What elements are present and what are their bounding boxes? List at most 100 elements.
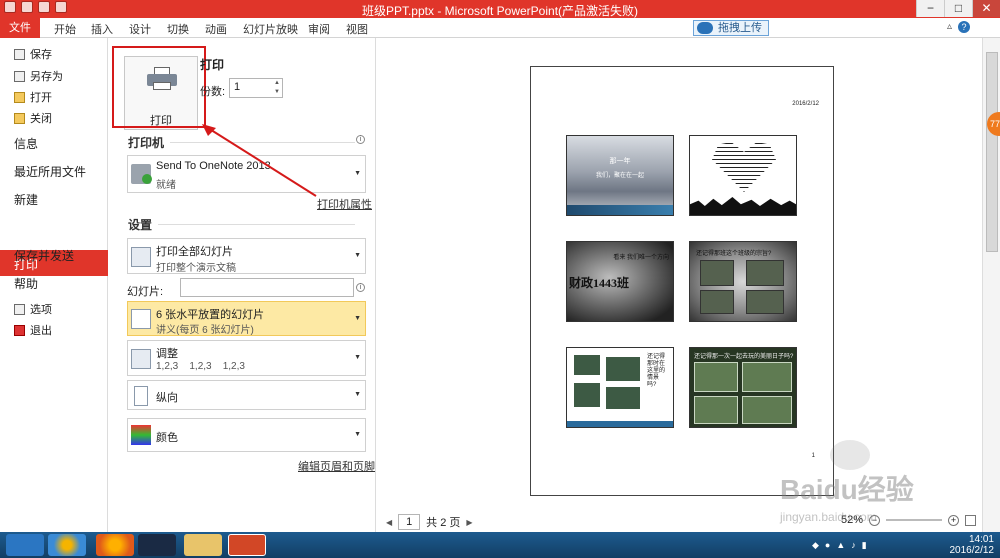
classroom-photo xyxy=(573,382,601,408)
nav-new[interactable]: 新建 xyxy=(14,191,38,208)
tab-transitions[interactable]: 切换 xyxy=(167,21,189,37)
volume-icon[interactable]: ♪ xyxy=(851,540,856,551)
next-page-icon[interactable]: ▶ xyxy=(466,518,472,527)
zoom-in-icon[interactable]: + xyxy=(948,514,959,526)
nav-close-label: 关闭 xyxy=(30,113,52,125)
orientation-label: 纵向 xyxy=(156,392,178,404)
scrollbar-thumb[interactable] xyxy=(986,52,998,252)
start-icon[interactable] xyxy=(6,534,44,556)
nav-recent[interactable]: 最近所用文件 xyxy=(14,163,86,180)
powerpoint-taskbar-icon[interactable] xyxy=(228,534,266,556)
chevron-down-icon: ▼ xyxy=(354,354,361,361)
nav-help[interactable]: 帮助 xyxy=(14,275,38,292)
maximize-button[interactable]: □ xyxy=(944,0,972,17)
classroom-photo xyxy=(573,354,601,376)
page-number: 1 xyxy=(811,453,815,459)
zoom-slider[interactable] xyxy=(886,519,942,521)
slide-text: 我们，聚在在一起 xyxy=(595,173,644,179)
print-range-title: 打印全部幻灯片 xyxy=(156,246,233,258)
slides-input[interactable] xyxy=(180,278,354,297)
print-range-select[interactable]: 打印全部幻灯片 打印整个演示文稿 ▼ xyxy=(127,238,366,274)
nav-exit[interactable]: 退出 xyxy=(14,322,52,338)
orientation-select[interactable]: 纵向 ▼ xyxy=(127,380,366,410)
clock[interactable]: 14:01 2016/2/12 xyxy=(950,534,995,556)
fit-page-icon[interactable] xyxy=(965,514,976,526)
ie-icon[interactable] xyxy=(48,534,86,556)
printer-select[interactable]: Send To OneNote 2013 就绪 ▼ xyxy=(127,155,366,193)
slide-decoration xyxy=(567,205,673,215)
slide-text: 那一年 xyxy=(609,158,631,165)
copies-spinner-icon[interactable]: ▲ ▼ xyxy=(274,79,280,97)
printer-name: Send To OneNote 2013 xyxy=(156,160,271,172)
nav-info[interactable]: 信息 xyxy=(14,135,38,152)
crowd-silhouette xyxy=(690,197,796,215)
minimize-button[interactable]: − xyxy=(916,0,944,17)
network-icon[interactable]: ▮ xyxy=(862,540,867,551)
tab-file[interactable]: 文件 xyxy=(0,18,40,38)
copies-input[interactable]: 1 ▲ ▼ xyxy=(229,78,283,98)
prev-page-icon[interactable]: ◀ xyxy=(386,518,392,527)
tab-insert[interactable]: 插入 xyxy=(91,21,113,37)
nav-save-label: 保存 xyxy=(30,49,52,61)
preview-page: 2016/2/12 那一年 我们，聚在在一起 看来 我们唯一个方向 财政1443… xyxy=(530,66,834,496)
media-player-icon[interactable] xyxy=(138,534,176,556)
tray-icon[interactable]: ● xyxy=(825,540,830,551)
zoom-out-icon[interactable]: − xyxy=(869,514,880,526)
divider xyxy=(170,142,355,143)
nav-options[interactable]: 选项 xyxy=(14,301,52,317)
color-icon xyxy=(131,425,151,445)
slides-icon xyxy=(131,247,151,267)
folder-open-icon xyxy=(14,91,25,103)
taskbar: ◆ ● ▲ ♪ ▮ 14:01 2016/2/12 xyxy=(0,532,1000,558)
chevron-down-icon: ▼ xyxy=(354,431,361,438)
print-settings-panel: 打印 打印 份数: 1 ▲ ▼ 打印机 i Send To OneNote 201… xyxy=(108,38,376,532)
drag-upload-label: 拖拽上传 xyxy=(718,22,762,34)
portrait-icon xyxy=(134,386,148,406)
classroom-photo xyxy=(605,356,641,382)
zoom-control: 52% − + xyxy=(841,514,976,526)
folder-close-icon xyxy=(14,112,25,124)
tray-icon[interactable]: ▲ xyxy=(836,540,845,551)
tray-icon[interactable]: ◆ xyxy=(812,540,819,551)
color-select[interactable]: 颜色 ▼ xyxy=(127,418,366,452)
nav-save-send[interactable]: 保存并发送 xyxy=(14,247,74,264)
nav-close[interactable]: 关闭 xyxy=(14,110,52,126)
firefox-icon[interactable] xyxy=(96,534,134,556)
slide-decoration xyxy=(567,421,673,427)
nav-save[interactable]: 保存 xyxy=(14,46,52,62)
slide-text: 还记得那时在这里的情景吗? xyxy=(647,354,666,388)
classroom-photo xyxy=(700,290,734,314)
tab-design[interactable]: 设计 xyxy=(129,21,151,37)
nav-open-label: 打开 xyxy=(30,92,52,104)
current-page-input[interactable]: 1 xyxy=(398,514,421,530)
info-icon[interactable]: i xyxy=(356,135,365,144)
nav-open[interactable]: 打开 xyxy=(14,89,52,105)
printer-properties-link[interactable]: 打印机属性 xyxy=(317,196,372,212)
slide-thumbnail xyxy=(689,135,797,216)
collapse-ribbon-icon[interactable]: ▵ xyxy=(947,21,952,32)
tab-slideshow[interactable]: 幻灯片放映 xyxy=(243,21,298,37)
color-label: 颜色 xyxy=(156,432,178,444)
print-range-sub: 打印整个演示文稿 xyxy=(156,263,236,274)
chevron-down-icon: ▼ xyxy=(354,315,361,322)
collate-select[interactable]: 调整 1,2,3 1,2,3 1,2,3 ▼ xyxy=(127,340,366,376)
settings-heading: 设置 xyxy=(128,218,153,232)
tab-animations[interactable]: 动画 xyxy=(205,21,227,37)
info-icon[interactable]: i xyxy=(356,283,365,292)
title-bar: 班级PPT.pptx - Microsoft PowerPoint(产品激活失败… xyxy=(0,0,1000,18)
window-controls: − □ ✕ xyxy=(916,0,1000,17)
file-explorer-icon[interactable] xyxy=(184,534,222,556)
drag-upload-button[interactable]: 拖拽上传 xyxy=(693,20,769,36)
tab-view[interactable]: 视图 xyxy=(346,21,368,37)
nav-save-as[interactable]: 另存为 xyxy=(14,68,63,84)
zoom-level[interactable]: 52% xyxy=(841,514,863,526)
tab-review[interactable]: 审阅 xyxy=(308,21,330,37)
tab-home[interactable]: 开始 xyxy=(54,21,76,37)
layout-select[interactable]: 6 张水平放置的幻灯片 讲义(每页 6 张幻灯片) ▼ xyxy=(127,301,366,336)
slide-thumbnail: 还记得那时在这里的情景吗? xyxy=(566,347,674,428)
save-as-icon xyxy=(14,70,25,82)
help-icon[interactable]: ? xyxy=(958,21,970,33)
slide-thumbnail: 还记得那一次一起去玩的美丽日子吗? xyxy=(689,347,797,428)
edit-header-footer-link[interactable]: 编辑页眉和页脚 xyxy=(298,458,375,474)
close-button[interactable]: ✕ xyxy=(972,0,1000,17)
